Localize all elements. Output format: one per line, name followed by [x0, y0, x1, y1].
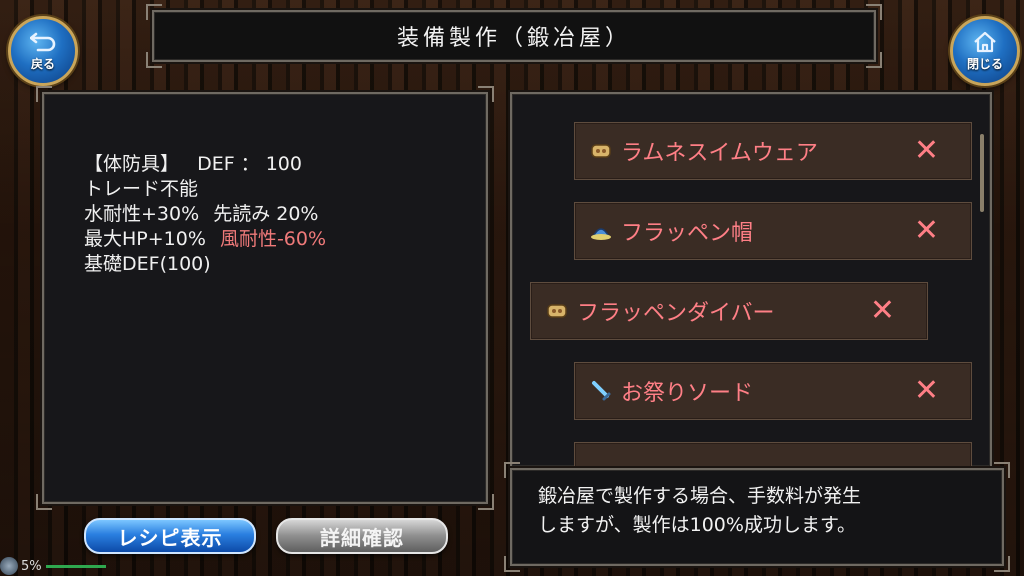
armor-icon [547, 304, 567, 318]
recipe-item[interactable]: ラムネスイムウェア ✕ [574, 122, 972, 180]
foresight-stat: 先読み 20% [213, 203, 319, 225]
recipe-item[interactable]: お祭りソード ✕ [574, 362, 972, 420]
progress-percent: 5% [21, 558, 42, 574]
hat-icon [591, 228, 611, 240]
armor-icon [591, 144, 611, 158]
wind-resistance: 風耐性-60% [219, 228, 327, 250]
recipe-display-button[interactable]: レシピ表示 [84, 518, 256, 554]
info-message: 鍛冶屋で製作する場合、手数料が発生 しますが、製作は100%成功します。 [538, 482, 861, 540]
equipment-category: 【体防具】 [84, 153, 180, 175]
remove-icon[interactable]: ✕ [870, 296, 895, 326]
back-arrow-icon [30, 32, 56, 51]
status-bar: 5% [0, 556, 106, 576]
stat-row-4: 最大HP+10% 風耐性-60% [84, 227, 326, 252]
recipe-name: フラッペンダイバー [577, 301, 775, 326]
max-hp-stat: 最大HP+10% [84, 228, 206, 250]
item-stats: 【体防具】 DEF ： 100 トレード不能 水耐性+30% 先読み 20% 最… [84, 152, 326, 277]
recipe-item-partial[interactable] [574, 442, 972, 466]
detail-confirm-button[interactable]: 詳細確認 [276, 518, 448, 554]
stat-row-category: 【体防具】 DEF ： 100 [84, 152, 326, 177]
info-message-panel: 鍛冶屋で製作する場合、手数料が発生 しますが、製作は100%成功します。 [504, 462, 1010, 572]
home-icon [974, 31, 996, 52]
stat-row-3: 水耐性+30% 先読み 20% [84, 202, 326, 227]
recipe-name: お祭りソード [621, 381, 754, 406]
globe-icon [0, 557, 18, 575]
trade-restriction: トレード不能 [84, 178, 199, 200]
close-button[interactable]: 閉じる [950, 16, 1020, 86]
remove-icon[interactable]: ✕ [914, 136, 939, 166]
water-resistance: 水耐性+30% [84, 203, 200, 225]
recipe-item[interactable]: フラッペン帽 ✕ [574, 202, 972, 260]
def-value: DEF ： 100 [197, 153, 302, 175]
close-label: 閉じる [966, 56, 1003, 71]
remove-icon[interactable]: ✕ [914, 376, 939, 406]
item-detail-panel: 【体防具】 DEF ： 100 トレード不能 水耐性+30% 先読み 20% 最… [36, 86, 494, 510]
recipe-list-panel[interactable]: ラムネスイムウェア ✕ フラッペン帽 ✕ フラッペンダイバー ✕ お祭りソード … [510, 92, 992, 468]
base-def: 基礎DEF(100) [84, 253, 211, 275]
recipe-name: ラムネスイムウェア [621, 141, 818, 166]
recipe-name: フラッペン帽 [621, 221, 754, 246]
scrollbar[interactable] [980, 134, 984, 212]
remove-icon[interactable]: ✕ [914, 216, 939, 246]
back-button[interactable]: 戻る [8, 16, 78, 86]
title-bar: 装備製作（鍛冶屋） [146, 4, 882, 68]
progress-bar [45, 564, 106, 568]
page-title: 装備製作（鍛冶屋） [396, 26, 631, 51]
recipe-item[interactable]: フラッペンダイバー ✕ [530, 282, 928, 340]
sword-icon [592, 381, 611, 401]
info-message-line2: しますが、製作は100%成功します。 [538, 514, 857, 536]
back-label: 戻る [30, 56, 55, 71]
info-message-line1: 鍛冶屋で製作する場合、手数料が発生 [538, 485, 862, 507]
